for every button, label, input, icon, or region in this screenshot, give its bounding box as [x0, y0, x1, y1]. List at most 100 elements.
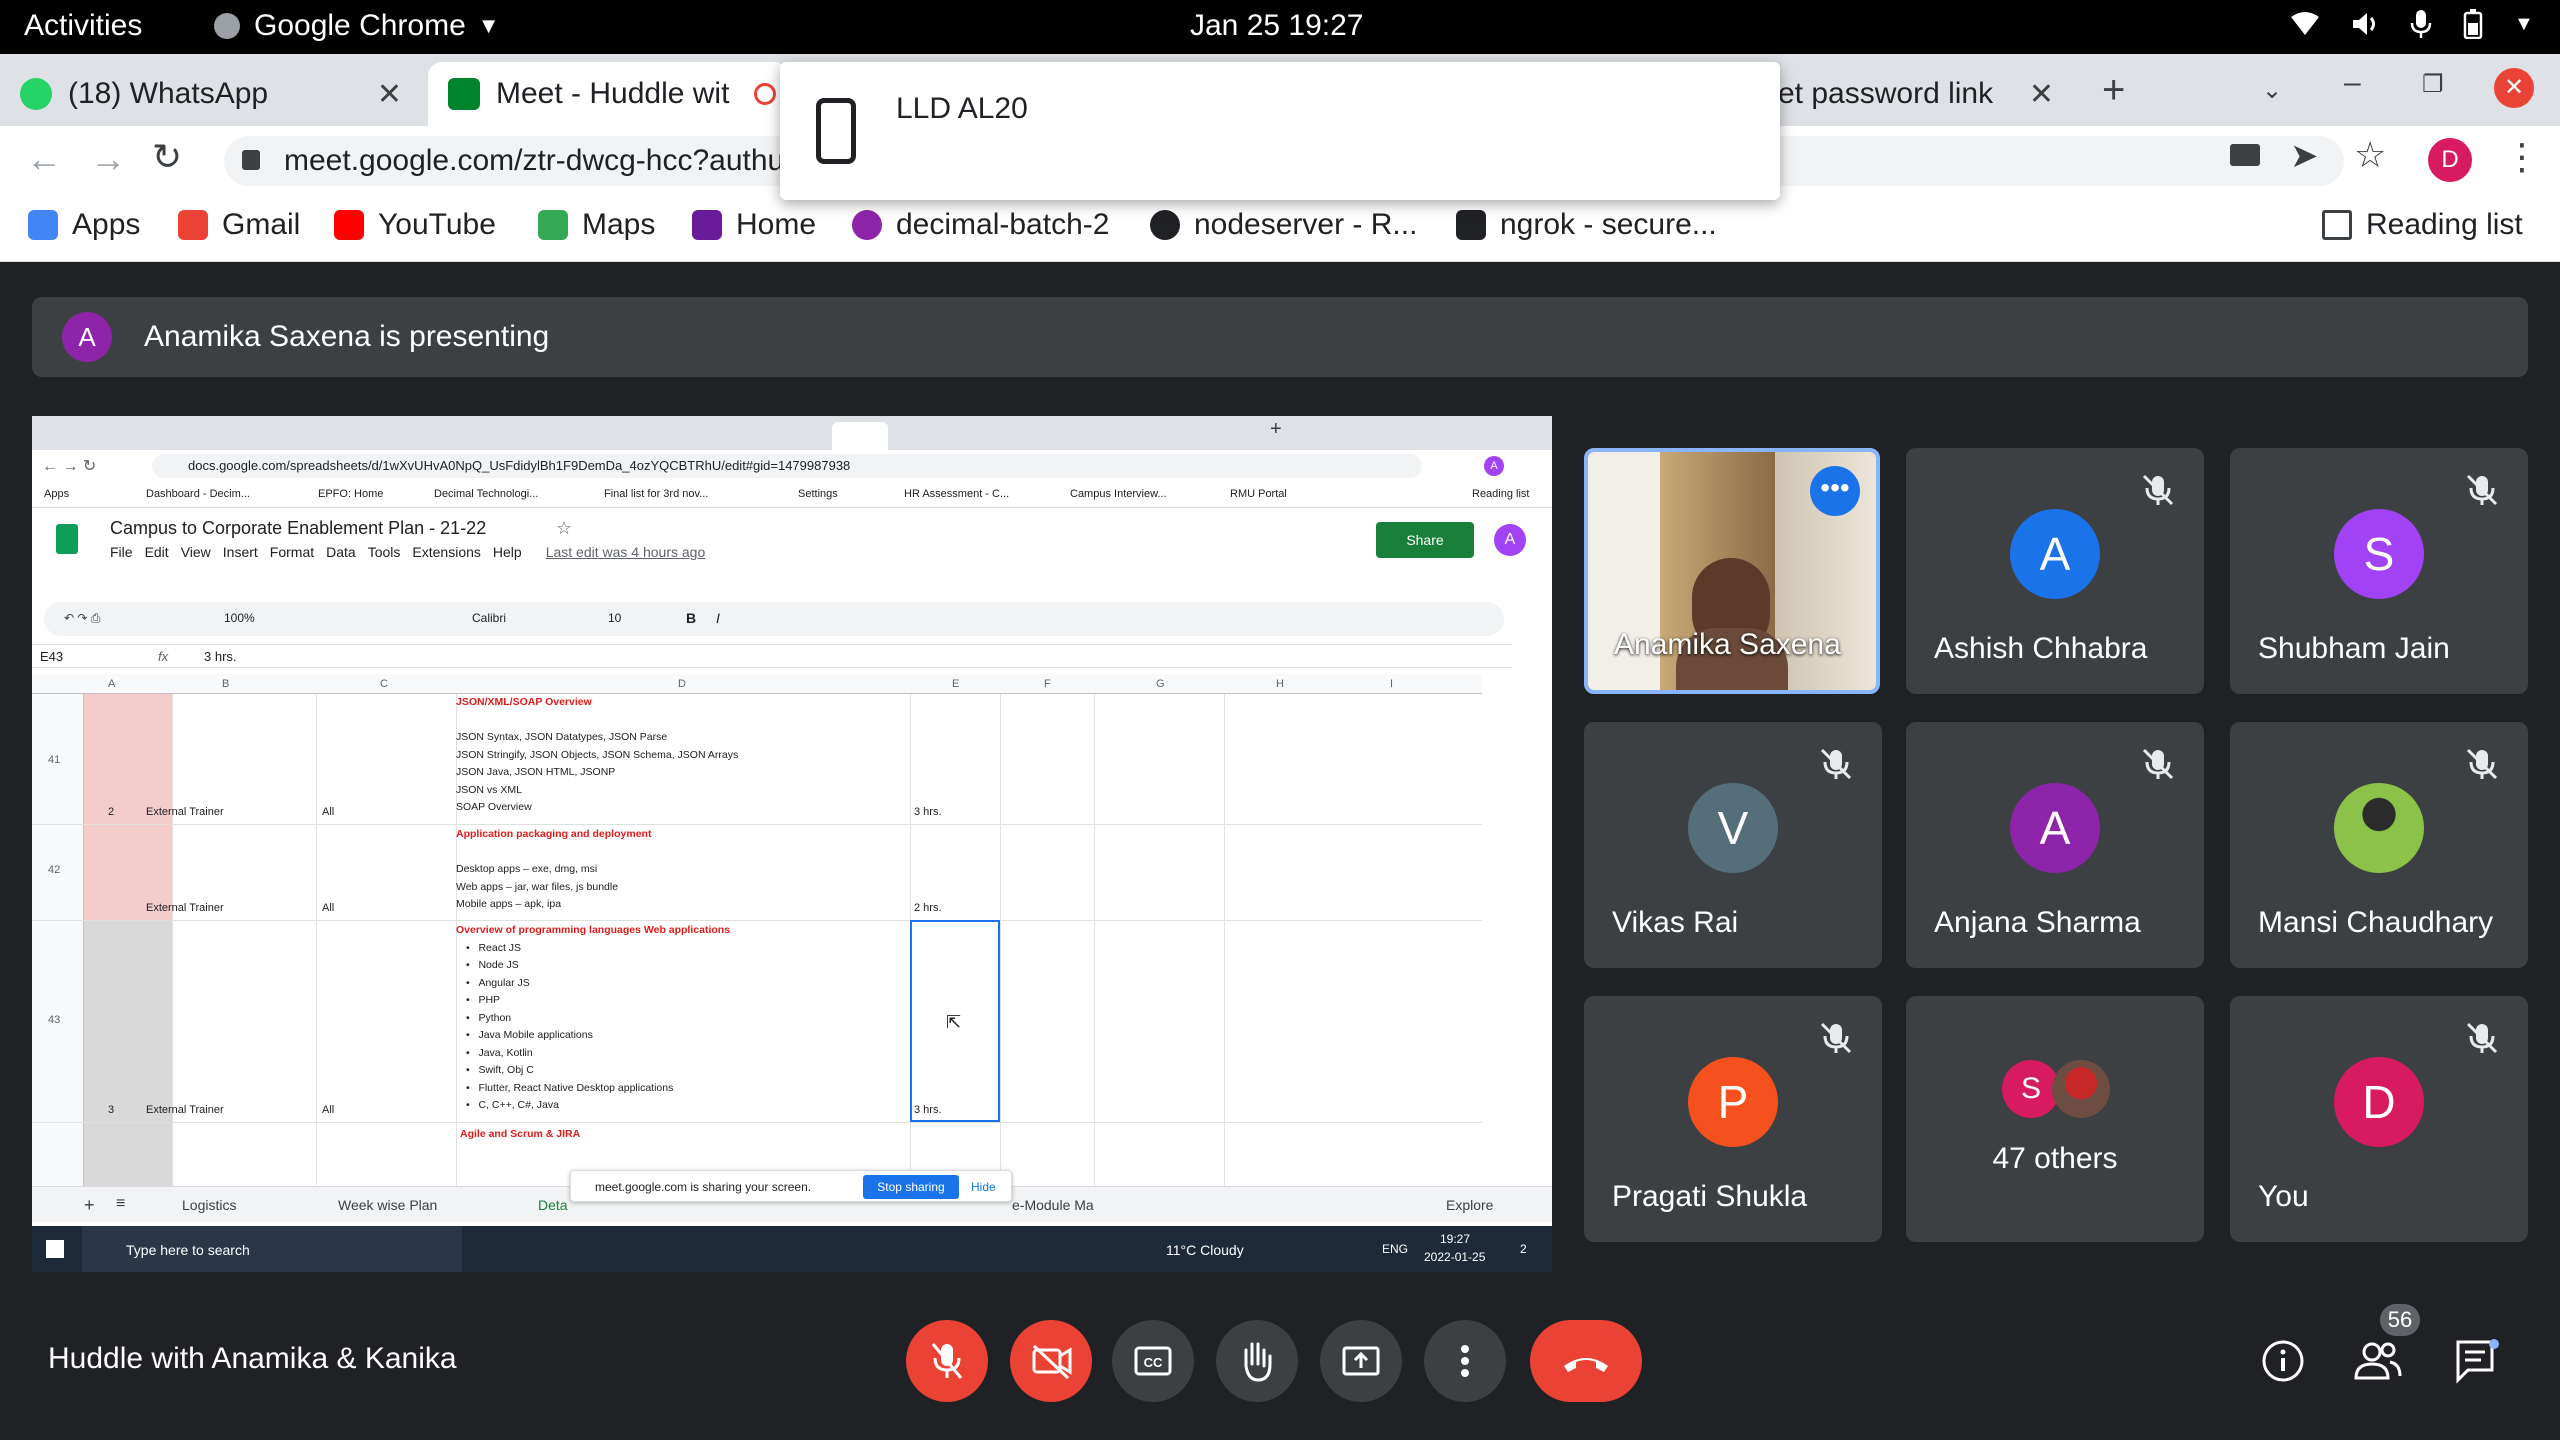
row-header[interactable]: 42: [48, 864, 60, 876]
font-size-select[interactable]: 10: [608, 611, 621, 625]
cell[interactable]: 3: [108, 1104, 114, 1116]
cell[interactable]: JSON/XML/SOAP Overview JSON Syntax, JSON…: [456, 694, 906, 817]
people-icon[interactable]: [2354, 1340, 2402, 1382]
taskbar-language[interactable]: ENG: [1382, 1242, 1408, 1256]
bookmark-star-icon[interactable]: ☆: [2354, 134, 2386, 176]
star-icon[interactable]: ☆: [556, 518, 572, 539]
meeting-title[interactable]: Huddle with Anamika & Kanika: [48, 1342, 457, 1376]
profile-avatar[interactable]: A: [1494, 524, 1526, 556]
taskbar-weather[interactable]: 11°C Cloudy: [1166, 1242, 1244, 1258]
reading-list-button[interactable]: Reading list: [2322, 208, 2523, 242]
back-button[interactable]: ←: [26, 138, 62, 180]
participant-tile[interactable]: A Ashish Chhabra: [1906, 448, 2204, 694]
font-select[interactable]: Calibri: [472, 611, 506, 625]
column-header[interactable]: C: [380, 678, 388, 690]
menu-item[interactable]: Extensions: [412, 544, 480, 560]
close-icon[interactable]: ✕: [377, 77, 402, 112]
sheet-tab[interactable]: Deta: [538, 1197, 568, 1213]
cell-title[interactable]: Agile and Scrum & JIRA: [460, 1126, 580, 1144]
chat-icon[interactable]: [2454, 1338, 2500, 1384]
close-window-button[interactable]: ✕: [2494, 68, 2534, 108]
last-edit-link[interactable]: Last edit was 4 hours ago: [546, 544, 706, 560]
hide-button[interactable]: Hide: [971, 1180, 996, 1194]
italic-button[interactable]: I: [716, 610, 720, 626]
doc-title[interactable]: Campus to Corporate Enablement Plan - 21…: [110, 518, 486, 539]
taskbar-time[interactable]: 19:27: [1440, 1232, 1470, 1246]
formula-value[interactable]: 3 hrs.: [204, 649, 237, 664]
restore-button[interactable]: ❐: [2422, 70, 2444, 99]
tab-search-button[interactable]: ⌄: [2262, 76, 2282, 105]
cell[interactable]: Application packaging and deployment Des…: [456, 826, 906, 914]
column-header[interactable]: D: [678, 678, 686, 690]
info-icon[interactable]: [2260, 1338, 2306, 1384]
app-menu[interactable]: Google Chrome ▼: [214, 9, 500, 43]
menu-item[interactable]: Tools: [368, 544, 401, 560]
column-header[interactable]: A: [108, 678, 115, 690]
leave-call-button[interactable]: [1530, 1320, 1642, 1402]
system-tray[interactable]: ▼: [2290, 9, 2534, 39]
minimize-button[interactable]: –: [2344, 66, 2361, 100]
add-sheet-button[interactable]: +: [84, 1195, 95, 1216]
participant-tile[interactable]: V Vikas Rai: [1584, 722, 1882, 968]
participant-tile[interactable]: Mansi Chaudhary: [2230, 722, 2528, 968]
cell[interactable]: All: [322, 1104, 334, 1116]
notification-badge[interactable]: 2: [1520, 1242, 1527, 1256]
chrome-menu-button[interactable]: ⋮: [2504, 136, 2540, 178]
shared-screen[interactable]: + ← → ↻ docs.google.com/spreadsheets/d/1…: [32, 416, 1552, 1272]
participant-tile[interactable]: S Shubham Jain: [2230, 448, 2528, 694]
tab-meet[interactable]: Meet - Huddle wit: [428, 62, 788, 126]
column-header[interactable]: E: [952, 678, 959, 690]
explore-button[interactable]: Explore: [1446, 1197, 1493, 1213]
cell[interactable]: All: [322, 806, 334, 818]
cell[interactable]: 2: [108, 806, 114, 818]
taskbar-date[interactable]: 2022-01-25: [1424, 1250, 1485, 1264]
menu-item[interactable]: File: [110, 544, 133, 560]
sheet-tab[interactable]: Logistics: [182, 1197, 236, 1213]
row-header[interactable]: 43: [48, 1014, 60, 1026]
sheet-grid[interactable]: 41 2 External Trainer All JSON/XML/SOAP …: [32, 694, 1482, 1194]
clock[interactable]: Jan 25 19:27: [1190, 9, 1363, 43]
tab-whatsapp[interactable]: (18) WhatsApp ✕: [0, 62, 420, 126]
windows-start-icon[interactable]: [46, 1240, 64, 1258]
cell[interactable]: External Trainer: [146, 1104, 224, 1116]
cell[interactable]: External Trainer: [146, 806, 224, 818]
camera-icon[interactable]: [2230, 144, 2260, 166]
bookmark-apps[interactable]: Apps: [28, 208, 140, 242]
menu-item[interactable]: Format: [270, 544, 314, 560]
toggle-camera-button[interactable]: [1010, 1320, 1092, 1402]
reload-button[interactable]: ↻: [152, 136, 182, 178]
tab-password[interactable]: et password link ✕: [1778, 62, 2068, 126]
bookmark-youtube[interactable]: YouTube: [334, 208, 496, 242]
zoom-select[interactable]: 100%: [224, 611, 255, 625]
more-options-icon[interactable]: •••: [1810, 466, 1860, 516]
others-tile[interactable]: S 47 others: [1906, 996, 2204, 1242]
cell[interactable]: External Trainer: [146, 902, 224, 914]
cell[interactable]: 3 hrs.: [914, 1104, 942, 1116]
sheet-tab[interactable]: Week wise Plan: [338, 1197, 437, 1213]
menu-item[interactable]: Data: [326, 544, 356, 560]
participant-tile-self[interactable]: D You: [2230, 996, 2528, 1242]
new-tab-button[interactable]: +: [2102, 68, 2125, 113]
close-icon[interactable]: ✕: [2029, 77, 2054, 112]
menu-item[interactable]: Insert: [223, 544, 258, 560]
cell[interactable]: Overview of programming languages Web ap…: [456, 922, 906, 1115]
bookmark-home[interactable]: Home: [692, 208, 816, 242]
column-header[interactable]: F: [1044, 678, 1051, 690]
name-box[interactable]: E43: [40, 649, 63, 664]
screen-share-popup[interactable]: LLD AL20: [780, 62, 1780, 200]
menu-item[interactable]: View: [181, 544, 211, 560]
bookmark-decimal-batch[interactable]: decimal-batch-2: [852, 208, 1109, 242]
cell[interactable]: 2 hrs.: [914, 902, 942, 914]
forward-button[interactable]: →: [90, 138, 126, 180]
row-header[interactable]: 41: [48, 754, 60, 766]
cell[interactable]: 3 hrs.: [914, 806, 942, 818]
sheet-tab[interactable]: e-Module Ma: [1012, 1197, 1094, 1213]
toggle-mic-button[interactable]: [906, 1320, 988, 1402]
send-icon[interactable]: ➤: [2290, 136, 2319, 176]
participant-tile[interactable]: A Anjana Sharma: [1906, 722, 2204, 968]
cell[interactable]: All: [322, 902, 334, 914]
bookmark-maps[interactable]: Maps: [538, 208, 655, 242]
raise-hand-button[interactable]: [1216, 1320, 1298, 1402]
participant-tile-presenter[interactable]: ••• Anamika Saxena: [1584, 448, 1880, 694]
bold-button[interactable]: B: [686, 610, 696, 626]
